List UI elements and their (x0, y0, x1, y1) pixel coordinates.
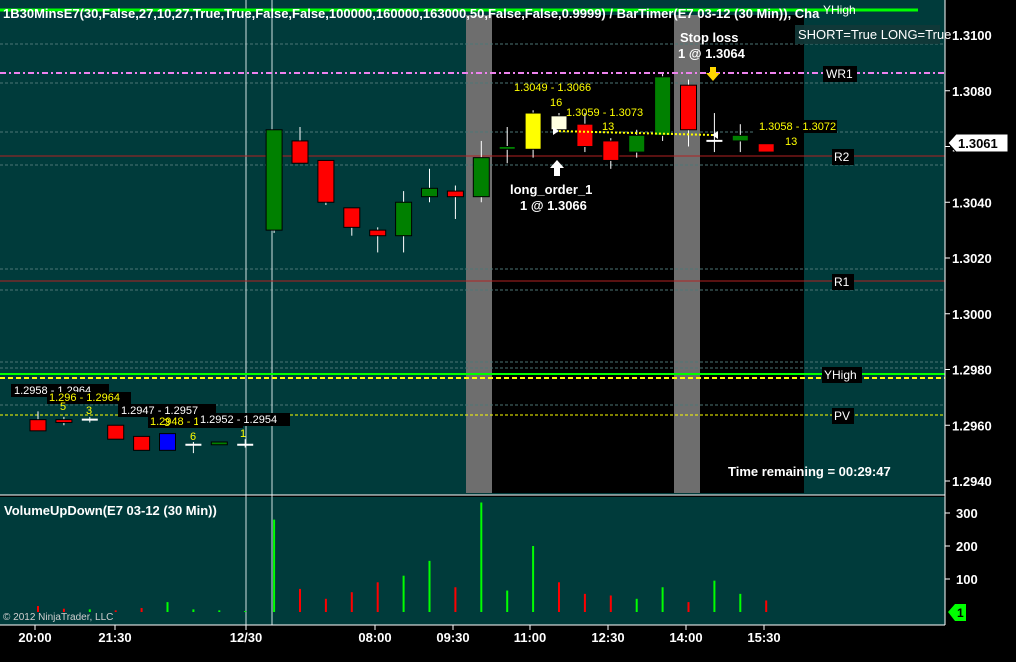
range-label: 1.2952 - 1.2954 (198, 413, 290, 426)
candle-body (210, 441, 228, 446)
stop-loss-fill: 1 @ 1.3064 (678, 46, 746, 61)
count-label: 13 (785, 136, 797, 148)
time-tick-label: 15:30 (747, 630, 780, 645)
range-label: 1.3059 - 1.3073 (566, 107, 643, 119)
count-label: 1 (240, 428, 246, 440)
count-label: 3 (86, 405, 92, 417)
time-remaining: Time remaining = 00:29:47 (728, 464, 891, 479)
long-order-fill: 1 @ 1.3066 (520, 198, 587, 213)
indicator-title: 1B30MinsE7(30,False,27,10,27,True,True,F… (3, 6, 820, 21)
candle-body (107, 424, 125, 440)
price-tick-label: 1.2980 (952, 363, 992, 378)
svg-text:PV: PV (834, 409, 850, 423)
count-label: 5 (60, 401, 66, 413)
time-tick-label: 08:00 (358, 630, 391, 645)
volume-panel-title: VolumeUpDown(E7 03-12 (30 Min)) (4, 503, 217, 518)
level-label-yhigh: YHigh (822, 367, 862, 383)
candle-body (395, 201, 413, 237)
candle-body (421, 187, 438, 198)
candle-body (369, 229, 387, 237)
candle-body (654, 76, 672, 136)
count-label: 13 (602, 121, 614, 133)
candle-body (446, 190, 464, 198)
candle-body (472, 157, 490, 198)
candle-body (576, 123, 594, 147)
time-tick-label: 12:30 (591, 630, 624, 645)
level-label-r1: R1 (832, 274, 854, 290)
price-tick-label: 1.3080 (952, 84, 992, 99)
svg-text:1: 1 (957, 606, 964, 620)
candle-body (680, 84, 697, 131)
current-price-tag: 1.3061 (947, 133, 1009, 153)
candle-body (159, 433, 176, 451)
stop-loss-label: Stop loss (680, 30, 739, 45)
price-tick-label: 1.3020 (952, 251, 992, 266)
time-tick-label: 14:00 (669, 630, 702, 645)
volume-tick-label: 300 (956, 506, 978, 521)
time-tick-label: 20:00 (18, 630, 51, 645)
long-order-label: long_order_1 (510, 182, 592, 197)
volume-tick-label: 200 (956, 539, 978, 554)
time-tick-label: 12/30 (230, 630, 263, 645)
svg-text:1.3049 - 1.3066: 1.3049 - 1.3066 (514, 82, 591, 94)
price-tick-label: 1.3000 (952, 307, 992, 322)
yhigh-top-label: YHigh (823, 3, 856, 17)
candle-body (133, 435, 151, 451)
candle-body (731, 134, 749, 142)
price-tick-label: 1.2940 (952, 474, 992, 489)
svg-text:R1: R1 (834, 275, 850, 289)
svg-text:YHigh: YHigh (824, 368, 857, 382)
candle-body (524, 112, 542, 150)
candle-body (29, 419, 47, 432)
candle-body (291, 140, 309, 164)
count-label: 6 (190, 431, 196, 443)
candle-body (757, 143, 775, 153)
svg-text:1.3061: 1.3061 (958, 136, 998, 151)
svg-text:R2: R2 (834, 150, 850, 164)
time-tick-label: 11:00 (514, 630, 547, 645)
svg-text:WR1: WR1 (826, 67, 853, 81)
session-band-black-2 (700, 15, 804, 493)
short-long-status: SHORT=True LONG=True (798, 27, 951, 42)
candle-body (55, 419, 73, 423)
copyright: © 2012 NinjaTrader, LLC (3, 612, 113, 623)
price-tick-label: 1.3100 (952, 28, 992, 43)
time-tick-label: 09:30 (436, 630, 469, 645)
count-label: 3 (164, 417, 170, 429)
candle-body (265, 129, 283, 231)
level-label-r2: R2 (832, 149, 854, 165)
time-tick-label: 21:30 (98, 630, 131, 645)
svg-text:1.3058 - 1.3072: 1.3058 - 1.3072 (759, 121, 836, 133)
candle-body (317, 159, 335, 203)
volume-tick-label: 100 (956, 572, 978, 587)
count-label: 16 (550, 97, 562, 109)
range-label: 1.3049 - 1.3066 (514, 82, 591, 94)
svg-text:1.3059 - 1.3073: 1.3059 - 1.3073 (566, 107, 643, 119)
range-label: 1.3058 - 1.3072 (753, 120, 837, 133)
candle-body (628, 134, 646, 153)
time-axis-background (0, 625, 1016, 657)
chart-window[interactable]: 1B30MinsE7(30,False,27,10,27,True,True,F… (0, 0, 1016, 657)
candle-body (343, 207, 361, 228)
candle-body (602, 140, 620, 161)
price-tick-label: 1.3040 (952, 195, 992, 210)
svg-text:1.2952 - 1.2954: 1.2952 - 1.2954 (200, 414, 277, 426)
price-tick-label: 1.2960 (952, 418, 992, 433)
level-label-wr1: WR1 (823, 66, 857, 82)
candle-body (498, 146, 516, 150)
session-band-gray-left (466, 15, 492, 493)
level-label-pv: PV (832, 408, 854, 424)
